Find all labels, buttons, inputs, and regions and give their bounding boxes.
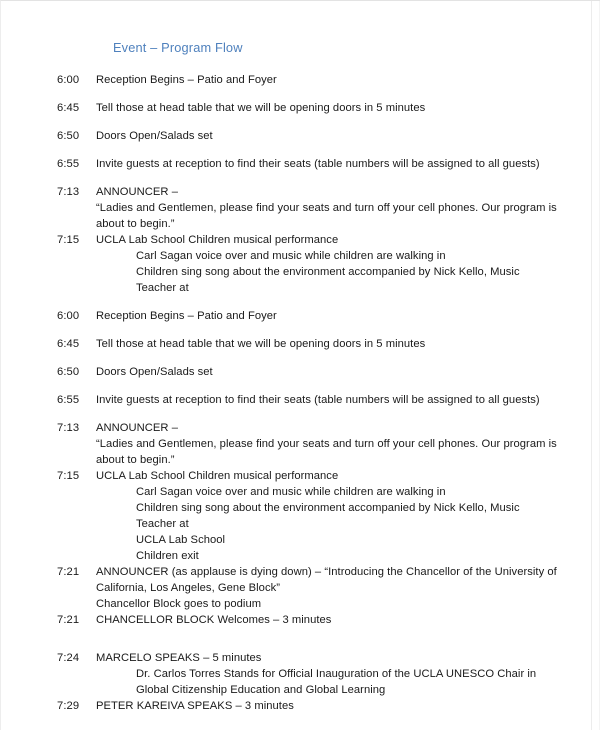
- program-row-description: PETER KAREIVA SPEAKS – 3 minutes: [96, 700, 294, 712]
- program-row: 6:00 Reception Begins – Patio and Foyer: [1, 308, 600, 324]
- program-row: 7:29 PETER KAREIVA SPEAKS – 3 minutes: [1, 698, 600, 714]
- program-row-description: Invite guests at reception to find their…: [96, 394, 540, 406]
- program-row: 6:55 Invite guests at reception to find t…: [1, 392, 600, 408]
- program-row: UCLA Lab School: [1, 532, 600, 548]
- program-row-description: Reception Begins – Patio and Foyer: [96, 74, 277, 86]
- program-row-time: 6:00: [57, 310, 80, 322]
- program-row: 6:50 Doors Open/Salads set: [1, 364, 600, 380]
- program-row-description: Tell those at head table that we will be…: [96, 338, 426, 350]
- program-row-time: 7:13: [57, 186, 80, 198]
- program-row-description: “Ladies and Gentlemen, please find your …: [96, 438, 557, 466]
- program-row: 7:21 ANNOUNCER (as applause is dying down…: [1, 564, 600, 596]
- program-row: Carl Sagan voice over and music while ch…: [1, 484, 600, 500]
- program-row: Children sing song about the environment…: [1, 264, 600, 296]
- program-row: Chancellor Block goes to podium: [1, 596, 600, 612]
- program-row: 7:21 CHANCELLOR BLOCK Welcomes – 3 minute…: [1, 612, 600, 628]
- program-row: “Ladies and Gentlemen, please find your …: [1, 436, 600, 468]
- program-row-time: 6:50: [57, 366, 80, 378]
- program-row-description: Children sing song about the environment…: [136, 502, 520, 530]
- program-row-description: “Ladies and Gentlemen, please find your …: [96, 202, 557, 230]
- program-row-description: Reception Begins – Patio and Foyer: [96, 310, 277, 322]
- program-row-time: 7:13: [57, 422, 80, 434]
- program-row-time: 6:55: [57, 394, 80, 406]
- program-row: Dr. Carlos Torres Stands for Official In…: [1, 666, 600, 698]
- program-row-description: UCLA Lab School Children musical perform…: [96, 470, 339, 482]
- program-row-description: Invite guests at reception to find their…: [96, 158, 540, 170]
- program-row-description: Children exit: [136, 550, 199, 562]
- program-row: 7:13 ANNOUNCER –: [1, 184, 600, 200]
- program-row-time: 7:21: [57, 614, 80, 626]
- program-row: 6:45 Tell those at head table that we wil…: [1, 336, 600, 352]
- document-page: Event – Program Flow 6:00 Reception Begin…: [0, 0, 600, 730]
- program-row-description: ANNOUNCER –: [96, 186, 178, 198]
- program-row-description: Carl Sagan voice over and music while ch…: [136, 250, 446, 262]
- program-row-time: 7:21: [57, 566, 80, 578]
- program-row-description: UCLA Lab School Children musical perform…: [96, 234, 339, 246]
- program-row: Carl Sagan voice over and music while ch…: [1, 248, 600, 264]
- program-flow-list: 6:00 Reception Begins – Patio and Foyer 6:…: [1, 72, 600, 714]
- program-row-description: Chancellor Block goes to podium: [96, 598, 262, 610]
- program-row-description: CHANCELLOR BLOCK Welcomes – 3 minutes: [96, 614, 332, 626]
- program-row-description: Children sing song about the environment…: [136, 266, 520, 294]
- program-row-description: Doors Open/Salads set: [96, 130, 213, 142]
- program-row: 7:24 MARCELO SPEAKS – 5 minutes: [1, 650, 600, 666]
- program-row-description: Doors Open/Salads set: [96, 366, 213, 378]
- program-row: 6:00 Reception Begins – Patio and Foyer: [1, 72, 600, 88]
- program-row: Children sing song about the environment…: [1, 500, 600, 532]
- program-row-time: 7:29: [57, 700, 80, 712]
- program-row-description: UCLA Lab School: [136, 534, 226, 546]
- program-row-description: Dr. Carlos Torres Stands for Official In…: [136, 668, 537, 696]
- program-row-description: Tell those at head table that we will be…: [96, 102, 426, 114]
- program-row-time: 6:45: [57, 102, 80, 114]
- program-row-time: 6:45: [57, 338, 80, 350]
- program-row: 7:15 UCLA Lab School Children musical per…: [1, 468, 600, 484]
- program-row: Children exit: [1, 548, 600, 564]
- program-row-time: 6:50: [57, 130, 80, 142]
- program-row-description: MARCELO SPEAKS – 5 minutes: [96, 652, 262, 664]
- program-row-description: ANNOUNCER –: [96, 422, 178, 434]
- program-row-description: ANNOUNCER (as applause is dying down) – …: [96, 566, 557, 594]
- program-row-time: 7:24: [57, 652, 80, 664]
- program-row-time: 6:00: [57, 74, 80, 86]
- program-row-time: 7:15: [57, 234, 80, 246]
- program-row: 7:13 ANNOUNCER –: [1, 420, 600, 436]
- program-row-description: Carl Sagan voice over and music while ch…: [136, 486, 446, 498]
- program-row: “Ladies and Gentlemen, please find your …: [1, 200, 600, 232]
- program-row: 6:55 Invite guests at reception to find t…: [1, 156, 600, 172]
- program-row-time: 6:55: [57, 158, 80, 170]
- program-row-time: 7:15: [57, 470, 80, 482]
- program-row: 6:45 Tell those at head table that we wil…: [1, 100, 600, 116]
- page-title: Event – Program Flow: [113, 40, 243, 55]
- program-row: 7:15 UCLA Lab School Children musical per…: [1, 232, 600, 248]
- program-row: 6:50 Doors Open/Salads set: [1, 128, 600, 144]
